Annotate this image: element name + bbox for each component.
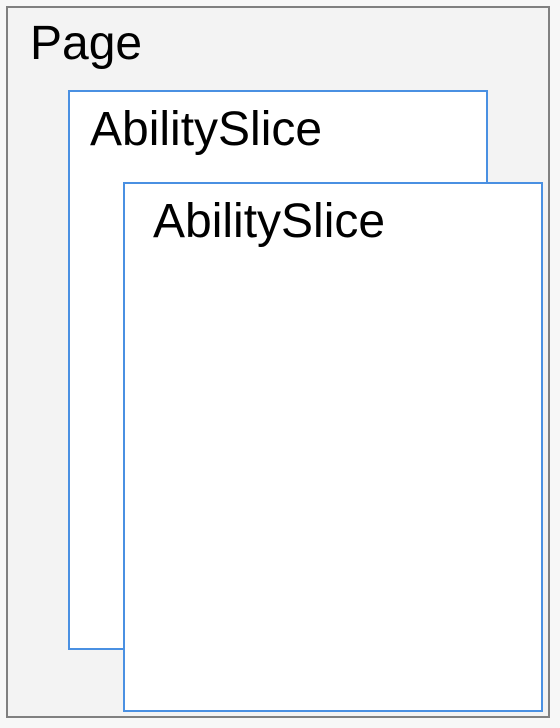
ability-slice-2-label: AbilitySlice xyxy=(153,194,385,249)
page-container: Page AbilitySlice AbilitySlice xyxy=(6,6,550,718)
page-label: Page xyxy=(30,16,142,71)
ability-slice-1-label: AbilitySlice xyxy=(90,102,322,157)
ability-slice-2: AbilitySlice xyxy=(123,182,543,712)
